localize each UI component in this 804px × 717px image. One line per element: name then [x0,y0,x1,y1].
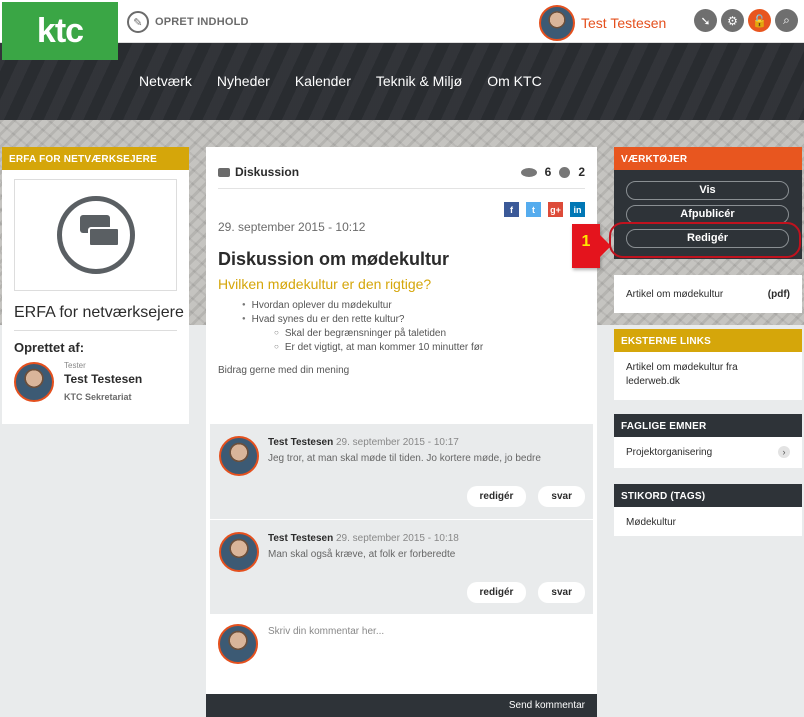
top-bar: ✎ OPRET INDHOLD Test Testesen ➘ ⚙ 🔓 ⌕ [0,0,804,43]
create-content-label: OPRET INDHOLD [155,16,249,28]
edit-comment-button[interactable]: redigér [466,486,527,507]
user-menu[interactable]: Test Testesen [539,5,666,41]
avatar [218,624,258,664]
comment-text: Jeg tror, at man skal møde til tiden. Jo… [268,453,541,464]
edit-comment-button[interactable]: redigér [466,582,527,603]
comment-date: 29. september 2015 - 10:18 [336,533,459,544]
avatar[interactable] [219,532,259,572]
external-link[interactable]: Artikel om mødekultur fra lederweb.dk [626,361,786,389]
user-name: Test Testesen [581,15,667,31]
list-item: Er det vigtigt, at man kommer 10 minutte… [274,342,483,353]
ktc-logo[interactable]: ktc [2,2,118,60]
post-date: 29. september 2015 - 10:12 [218,220,366,234]
external-links-panel: EKSTERNE LINKS Artikel om mødekultur fra… [614,329,802,400]
discussion-header: Diskussion 6 2 [218,165,585,189]
tag-item[interactable]: Mødekultur [626,516,786,530]
topics-header: FAGLIGE EMNER [614,414,802,437]
top-icons: ➘ ⚙ 🔓 ⌕ [694,9,798,32]
avatar[interactable] [14,361,54,402]
gear-icon[interactable]: ⚙ [721,9,744,32]
chevron-right-icon[interactable]: › [778,446,790,458]
group-title[interactable]: ERFA for netværksejere [14,304,189,322]
contribute-text: Bidrag gerne med din mening [218,365,350,376]
attachment-box: Artikel om mødekultur (pdf) [614,275,802,313]
discussion-panel: Diskussion 6 2 f t g+ in 29. september 2… [206,147,597,717]
list-item: Skal der begrænsninger på taletiden [274,328,483,339]
page-title: Diskussion om mødekultur [218,249,450,269]
list-item: Hvordan oplever du mødekultur [242,300,483,311]
comment: Test Testesen 29. september 2015 - 10:18… [210,519,593,614]
comment: Test Testesen 29. september 2015 - 10:17… [210,424,593,519]
group-panel: ERFA FOR NETVÆRKSEJERE ERFA for netværks… [2,147,189,424]
discussion-icon [56,196,135,274]
creator-role: Tester [64,361,86,370]
search-icon[interactable]: ⌕ [775,9,798,32]
step-marker: 1 [572,224,600,268]
comment-count: 2 [578,165,585,179]
share-buttons: f t g+ in [504,202,585,217]
tags-header: STIKORD (TAGS) [614,484,802,507]
comment-author[interactable]: Test Testesen [268,437,333,448]
nav-item-teknik-miljo[interactable]: Teknik & Miljø [376,73,462,89]
content-type-label: Diskussion [235,165,300,179]
nav-item-nyheder[interactable]: Nyheder [217,73,270,89]
avatar [539,5,575,41]
send-bar: Send kommentar [206,694,597,717]
avatar[interactable] [219,436,259,476]
creator-org: KTC Sekretariat [64,392,132,402]
tags-panel: STIKORD (TAGS) Mødekultur [614,484,802,536]
google-plus-icon[interactable]: g+ [548,202,563,217]
new-comment: Skriv din kommentar her... [218,624,384,664]
topics-panel: FAGLIGE EMNER Projektorganisering › [614,414,802,468]
twitter-icon[interactable]: t [526,202,541,217]
bullet-list: Hvordan oplever du mødekultur Hvad synes… [242,300,484,356]
edit-icon: ✎ [127,11,149,33]
create-content-button[interactable]: ✎ OPRET INDHOLD [127,11,249,33]
attachment-link[interactable]: Artikel om mødekultur [626,289,723,300]
view-count: 6 [544,165,552,179]
comment-author[interactable]: Test Testesen [268,533,333,544]
main-nav: Netværk Nyheder Kalender Teknik & Miljø … [0,43,804,120]
lock-icon[interactable]: 🔓 [748,9,771,32]
page-subtitle: Hvilken mødekultur er den rigtige? [218,276,432,292]
attachment-type: (pdf) [767,289,790,300]
nav-item-om-ktc[interactable]: Om KTC [487,73,541,89]
tools-header: VÆRKTØJER [614,147,802,170]
group-header: ERFA FOR NETVÆRKSEJERE [2,147,189,170]
marker-arrow [599,234,611,258]
creator-name[interactable]: Test Testesen [64,372,142,386]
eye-icon [520,167,537,177]
created-by-label: Oprettet af: [14,340,85,355]
comment-date: 29. september 2015 - 10:17 [336,437,459,448]
list-item: Hvad synes du er den rette kultur? Skal … [242,314,484,353]
edit-highlight [609,222,801,258]
send-comment-button[interactable]: Send kommentar [509,700,585,711]
nav-item-netvaerk[interactable]: Netværk [139,73,192,89]
creator: Tester Test Testesen KTC Sekretariat [14,361,189,402]
topic-item[interactable]: Projektorganisering [626,446,786,460]
linkedin-icon[interactable]: in [570,202,585,217]
reply-button[interactable]: svar [538,486,585,507]
discussion-icon [218,167,230,177]
facebook-icon[interactable]: f [504,202,519,217]
comment-text: Man skal også kræve, at folk er forbered… [268,549,456,560]
comment-list: Test Testesen 29. september 2015 - 10:17… [210,424,593,614]
reply-button[interactable]: svar [538,582,585,603]
nav-item-kalender[interactable]: Kalender [295,73,351,89]
view-button[interactable]: Vis [626,181,789,200]
divider [14,330,177,331]
download-icon[interactable]: ➘ [694,9,717,32]
external-links-header: EKSTERNE LINKS [614,329,802,352]
group-image [14,179,177,291]
comment-icon [559,166,571,178]
comment-input[interactable]: Skriv din kommentar her... [268,626,384,637]
